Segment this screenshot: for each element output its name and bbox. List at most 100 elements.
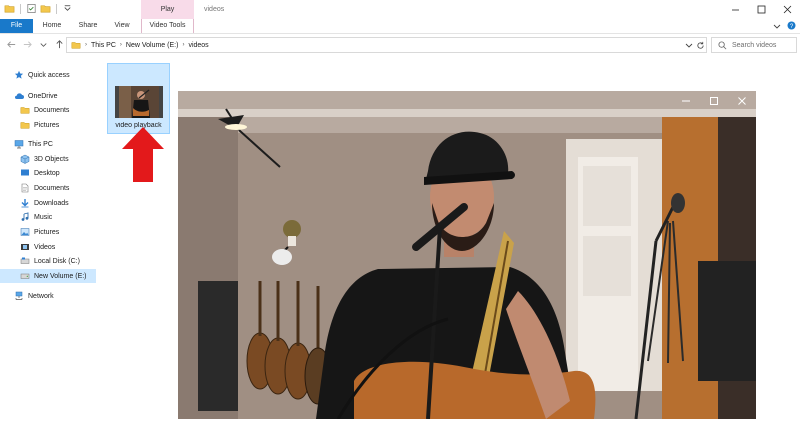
sidebar-item-label: Local Disk (C:): [34, 257, 80, 265]
sidebar-item-label: Pictures: [34, 228, 60, 236]
ribbon-tabs: File Home Share View Video Tools ?: [0, 19, 800, 34]
folder-icon: [71, 42, 81, 49]
video-thumbnail-image: [119, 86, 159, 118]
sidebar-item-label: Downloads: [34, 199, 69, 207]
minimize-button[interactable]: [722, 0, 748, 19]
close-icon: [783, 5, 791, 14]
sidebar-item-label: OneDrive: [28, 92, 58, 100]
player-window-controls: [672, 91, 756, 111]
sidebar-item-quick-access[interactable]: Quick access: [0, 68, 100, 82]
maximize-button[interactable]: [748, 0, 774, 19]
search-placeholder: Search videos: [732, 41, 777, 49]
navigation-buttons: [6, 39, 65, 50]
video-thumbnail: [115, 86, 163, 118]
help-icon[interactable]: ?: [787, 21, 796, 30]
desktop-icon: [21, 169, 29, 176]
documents-icon: [21, 183, 29, 193]
pictures-icon: [20, 228, 30, 236]
breadcrumb-chevron-icon[interactable]: ›: [120, 42, 122, 48]
quick-access-toolbar: [4, 3, 73, 14]
tab-file[interactable]: File: [0, 19, 33, 33]
sidebar-item-music[interactable]: Music: [0, 210, 100, 224]
video-player-window[interactable]: [178, 91, 756, 419]
sidebar-item-label: This PC: [28, 140, 53, 148]
sidebar-item-onedrive[interactable]: OneDrive: [0, 89, 100, 103]
folder-icon[interactable]: [4, 3, 15, 14]
breadcrumb-this-pc[interactable]: This PC: [91, 42, 116, 49]
sidebar-item-label: Documents: [34, 184, 70, 192]
new-folder-icon[interactable]: [40, 3, 51, 14]
context-tab-play[interactable]: Play: [141, 0, 194, 19]
sidebar-item-this-pc[interactable]: This PC: [0, 137, 100, 151]
tab-view[interactable]: View: [109, 19, 135, 33]
properties-icon[interactable]: [26, 3, 37, 14]
search-icon: [718, 40, 727, 49]
address-dropdown-icon[interactable]: [685, 41, 693, 49]
breadcrumb-videos[interactable]: videos: [188, 42, 208, 49]
player-minimize-button[interactable]: [672, 91, 700, 111]
window-controls: [722, 0, 800, 19]
sidebar-item-documents[interactable]: Documents: [0, 181, 100, 195]
tab-home[interactable]: Home: [37, 19, 67, 33]
tab-video-tools[interactable]: Video Tools: [141, 19, 194, 33]
sidebar-item-local-disk-c[interactable]: Local Disk (C:): [0, 254, 100, 268]
music-icon: [21, 212, 29, 221]
folder-icon: [20, 122, 30, 129]
close-button[interactable]: [774, 0, 800, 19]
title-bar: Play videos: [0, 0, 800, 19]
sidebar-item-label: Network: [28, 292, 54, 300]
download-icon: [21, 199, 29, 208]
breadcrumb-chevron-icon[interactable]: ›: [85, 42, 87, 48]
sidebar-item-onedrive-documents[interactable]: Documents: [0, 103, 100, 117]
toolbar-divider: [20, 3, 21, 14]
breadcrumb-new-volume[interactable]: New Volume (E:): [126, 42, 179, 49]
sidebar-item-3d-objects[interactable]: 3D Objects: [0, 152, 100, 166]
star-icon: [14, 70, 24, 79]
tab-share[interactable]: Share: [73, 19, 103, 33]
sidebar-item-network[interactable]: Network: [0, 289, 100, 303]
computer-icon: [14, 140, 24, 149]
ribbon-right-controls: ?: [773, 21, 796, 30]
forward-icon[interactable]: [22, 39, 33, 50]
drive-icon: [20, 257, 30, 264]
red-arrow-icon: [122, 127, 164, 182]
search-box[interactable]: Search videos: [711, 37, 797, 53]
minimize-icon: [682, 100, 690, 102]
sidebar-item-label: Desktop: [34, 169, 60, 177]
navigation-pane: Quick access OneDrive Documents Pictures…: [0, 60, 100, 428]
address-field[interactable]: › This PC › New Volume (E:) › videos: [66, 37, 707, 53]
window-title: videos: [204, 6, 225, 13]
sidebar-item-label: Videos: [34, 243, 56, 251]
sidebar-item-label: Documents: [34, 106, 70, 114]
toolbar-divider: [56, 3, 57, 14]
sidebar-item-new-volume-e[interactable]: New Volume (E:): [0, 269, 96, 283]
sidebar-item-videos[interactable]: Videos: [0, 240, 100, 254]
address-bar-row: › This PC › New Volume (E:) › videos Sea…: [0, 34, 800, 56]
sidebar-item-downloads[interactable]: Downloads: [0, 196, 100, 210]
breadcrumb-chevron-icon[interactable]: ›: [182, 42, 184, 48]
sidebar-item-pictures[interactable]: Pictures: [0, 225, 100, 239]
maximize-icon: [710, 97, 718, 105]
recent-locations-icon[interactable]: [38, 39, 49, 50]
back-icon[interactable]: [6, 39, 17, 50]
maximize-icon: [757, 5, 765, 14]
cube-icon: [20, 154, 30, 164]
video-frame: [178, 91, 756, 419]
sidebar-item-label: Pictures: [34, 121, 60, 129]
network-icon: [15, 291, 23, 300]
player-maximize-button[interactable]: [700, 91, 728, 111]
close-icon: [738, 97, 746, 105]
sidebar-item-label: Music: [34, 213, 53, 221]
sidebar-item-desktop[interactable]: Desktop: [0, 166, 100, 180]
expand-ribbon-icon[interactable]: [773, 22, 781, 30]
customize-toolbar-icon[interactable]: [62, 3, 73, 14]
refresh-icon[interactable]: [696, 41, 705, 50]
videos-icon: [21, 244, 29, 250]
sidebar-item-label: Quick access: [28, 71, 70, 79]
sidebar-item-onedrive-pictures[interactable]: Pictures: [0, 118, 100, 132]
player-close-button[interactable]: [728, 91, 756, 111]
sidebar-item-label: New Volume (E:): [34, 272, 87, 280]
file-item-video-playback[interactable]: video playback: [107, 63, 170, 134]
up-icon[interactable]: [54, 39, 65, 50]
drive-icon: [20, 273, 30, 279]
